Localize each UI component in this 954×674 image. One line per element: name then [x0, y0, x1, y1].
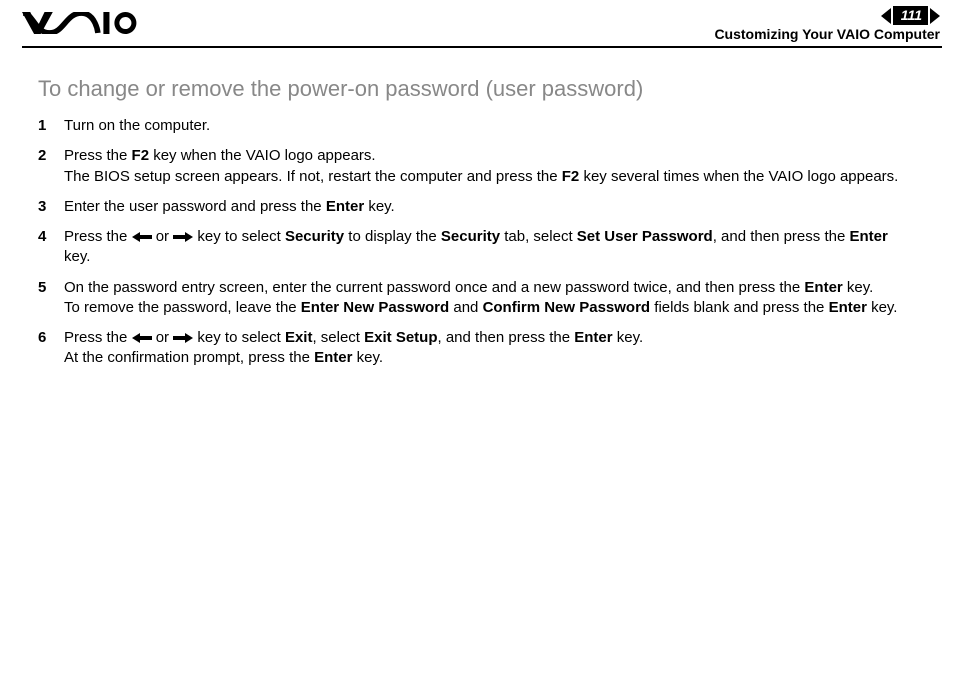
- step-2: 2 Press the F2 key when the VAIO logo ap…: [38, 146, 916, 187]
- page-content: To change or remove the power-on passwor…: [0, 48, 954, 369]
- section-title: Customizing Your VAIO Computer: [714, 26, 940, 42]
- page-title: To change or remove the power-on passwor…: [38, 76, 916, 102]
- left-arrow-icon: [132, 333, 152, 343]
- left-arrow-icon: [132, 232, 152, 242]
- step-1: 1 Turn on the computer.: [38, 116, 916, 136]
- step-5: 5 On the password entry screen, enter th…: [38, 278, 916, 319]
- right-arrow-icon: [173, 333, 193, 343]
- prev-page-icon[interactable]: [881, 8, 891, 24]
- page-header: VAIO 111 Customizing Your VAIO Computer: [0, 0, 954, 42]
- next-page-icon[interactable]: [930, 8, 940, 24]
- step-3: 3 Enter the user password and press the …: [38, 197, 916, 217]
- right-arrow-icon: [173, 232, 193, 242]
- page-number: 111: [893, 6, 928, 25]
- vaio-logo: VAIO: [22, 6, 143, 40]
- steps-list: 1 Turn on the computer. 2 Press the F2 k…: [38, 116, 916, 369]
- page-number-nav: 111: [714, 6, 940, 25]
- manual-page: VAIO 111 Customizing Your VAIO Computer: [0, 0, 954, 674]
- step-6: 6 Press the or key to select Exit, selec…: [38, 328, 916, 369]
- step-4: 4 Press the or key to select Security to…: [38, 227, 916, 268]
